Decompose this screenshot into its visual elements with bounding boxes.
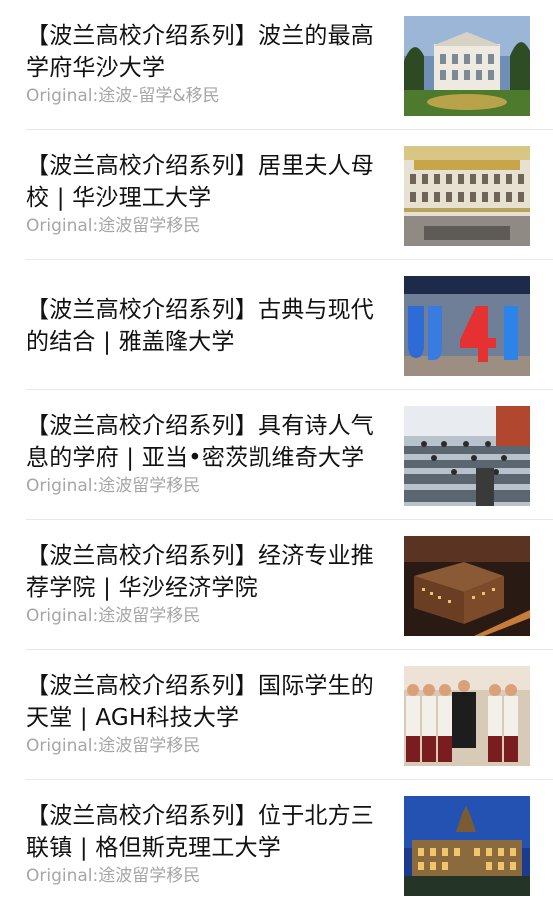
- article-title[interactable]: 【波兰高校介绍系列】古典与现代的结合 | 雅盖隆大学: [26, 294, 386, 358]
- article-text: 【波兰高校介绍系列】波兰的最高学府华沙大学 Original:途波-留学&移民: [26, 20, 386, 107]
- article-title[interactable]: 【波兰高校介绍系列】波兰的最高学府华沙大学: [26, 20, 386, 84]
- article-source: Original:途波留学移民: [26, 606, 201, 626]
- article-text: 【波兰高校介绍系列】位于北方三联镇 | 格但斯克理工大学 Original:途波…: [26, 800, 386, 887]
- night-campus-image: [404, 536, 530, 636]
- university-building-image: [404, 16, 530, 116]
- article-thumbnail[interactable]: [404, 146, 530, 246]
- article-title[interactable]: 【波兰高校介绍系列】居里夫人母校 | 华沙理工大学: [26, 150, 386, 214]
- article-source: Original:途波留学移民: [26, 866, 201, 886]
- lecture-hall-image: [404, 406, 530, 506]
- article-thumbnail[interactable]: [404, 536, 530, 636]
- atrium-image: [404, 146, 530, 246]
- uj-sign-image: [404, 276, 530, 376]
- article-source: Original:途波留学移民: [26, 736, 201, 756]
- article-source: Original:途波-留学&移民: [26, 86, 220, 106]
- article-text: 【波兰高校介绍系列】古典与现代的结合 | 雅盖隆大学: [26, 294, 386, 358]
- article-source: Original:途波留学移民: [26, 476, 201, 496]
- list-item[interactable]: 【波兰高校介绍系列】位于北方三联镇 | 格但斯克理工大学 Original:途波…: [26, 780, 553, 910]
- list-item[interactable]: 【波兰高校介绍系列】居里夫人母校 | 华沙理工大学 Original:途波留学移…: [26, 130, 553, 260]
- article-text: 【波兰高校介绍系列】经济专业推荐学院 | 华沙经济学院 Original:途波留…: [26, 540, 386, 627]
- list-item[interactable]: 【波兰高校介绍系列】古典与现代的结合 | 雅盖隆大学: [26, 260, 553, 390]
- article-title[interactable]: 【波兰高校介绍系列】国际学生的天堂 | AGH科技大学: [26, 670, 386, 734]
- list-item[interactable]: 【波兰高校介绍系列】具有诗人气息的学府 | 亚当•密茨凯维奇大学 Origina…: [26, 390, 553, 520]
- list-item[interactable]: 【波兰高校介绍系列】波兰的最高学府华沙大学 Original:途波-留学&移民: [26, 0, 553, 130]
- list-item[interactable]: 【波兰高校介绍系列】经济专业推荐学院 | 华沙经济学院 Original:途波留…: [26, 520, 553, 650]
- article-thumbnail[interactable]: [404, 276, 530, 376]
- article-list: 【波兰高校介绍系列】波兰的最高学府华沙大学 Original:途波-留学&移民: [0, 0, 553, 906]
- article-thumbnail[interactable]: [404, 406, 530, 506]
- gdansk-building-image: [404, 796, 530, 896]
- article-source: Original:途波留学移民: [26, 216, 201, 236]
- article-text: 【波兰高校介绍系列】国际学生的天堂 | AGH科技大学 Original:途波留…: [26, 670, 386, 757]
- article-text: 【波兰高校介绍系列】居里夫人母校 | 华沙理工大学 Original:途波留学移…: [26, 150, 386, 237]
- article-thumbnail[interactable]: [404, 666, 530, 766]
- article-thumbnail[interactable]: [404, 796, 530, 896]
- list-item[interactable]: 【波兰高校介绍系列】国际学生的天堂 | AGH科技大学 Original:途波留…: [26, 650, 553, 780]
- article-title[interactable]: 【波兰高校介绍系列】具有诗人气息的学府 | 亚当•密茨凯维奇大学: [26, 410, 386, 474]
- students-group-image: [404, 666, 530, 766]
- article-thumbnail[interactable]: [404, 16, 530, 116]
- article-text: 【波兰高校介绍系列】具有诗人气息的学府 | 亚当•密茨凯维奇大学 Origina…: [26, 410, 386, 497]
- article-title[interactable]: 【波兰高校介绍系列】位于北方三联镇 | 格但斯克理工大学: [26, 800, 386, 864]
- article-title[interactable]: 【波兰高校介绍系列】经济专业推荐学院 | 华沙经济学院: [26, 540, 386, 604]
